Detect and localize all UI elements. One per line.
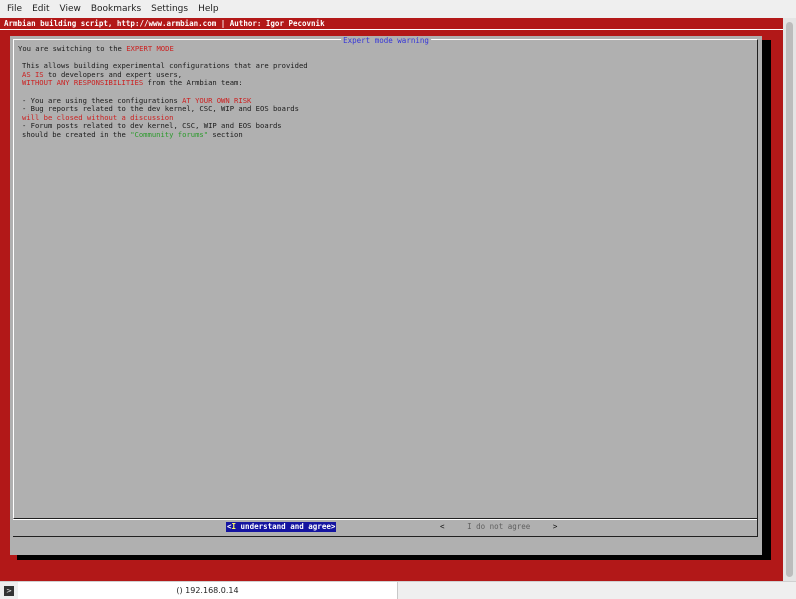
message-text: You are switching to the	[18, 44, 127, 53]
menu-settings[interactable]: Settings	[148, 4, 195, 14]
message-text: should be created in the	[22, 129, 131, 139]
menu-file[interactable]: File	[4, 4, 29, 14]
expert-mode-dialog: Expert mode warning You are switching to…	[10, 36, 762, 555]
message-text: from the Armbian team:	[143, 78, 243, 88]
session-tab[interactable]: () 192.168.0.14	[18, 582, 398, 599]
disagree-label: I do not agree	[467, 522, 531, 531]
message-line: should be created in the "Community foru…	[18, 129, 308, 140]
menu-edit[interactable]: Edit	[29, 4, 56, 14]
agree-label: understand and agree	[236, 522, 331, 531]
message-line: You are switching to the EXPERT MODE	[18, 44, 308, 54]
menu-bar: File Edit View Bookmarks Settings Help	[0, 0, 796, 18]
dialog-title: Expert mode warning	[341, 36, 431, 45]
message-red-text: EXPERT MODE	[126, 44, 174, 53]
message-line: WITHOUT ANY RESPONSIBILITIES from the Ar…	[18, 79, 308, 88]
agree-close-bracket: >	[330, 522, 336, 531]
message-red-text: WITHOUT ANY RESPONSIBILITIES	[22, 78, 144, 88]
scrollbar-thumb[interactable]	[786, 22, 793, 577]
terminal-area[interactable]: Armbian building script, http://www.armb…	[0, 18, 783, 581]
message-text: section	[208, 129, 243, 139]
menu-help[interactable]: Help	[195, 4, 226, 14]
disagree-button[interactable]: < I do not agree >	[440, 522, 557, 532]
disagree-open-bracket: <	[440, 522, 445, 531]
disagree-close-bracket: >	[552, 522, 558, 531]
terminal-title: Armbian building script, http://www.armb…	[4, 19, 325, 28]
menu-bookmarks[interactable]: Bookmarks	[88, 4, 148, 14]
dialog-message: You are switching to the EXPERT MODE Thi…	[18, 44, 308, 140]
terminal-scrollbar[interactable]	[783, 18, 796, 581]
terminal-title-rule	[0, 29, 783, 30]
message-green-text: "Community forums"	[130, 129, 209, 139]
button-row-frame	[13, 519, 758, 537]
terminal-prompt-icon: >	[4, 586, 14, 596]
menu-view[interactable]: View	[57, 4, 88, 14]
agree-button[interactable]: <I understand and agree>	[226, 522, 337, 532]
tab-bar: > () 192.168.0.14	[0, 581, 796, 599]
